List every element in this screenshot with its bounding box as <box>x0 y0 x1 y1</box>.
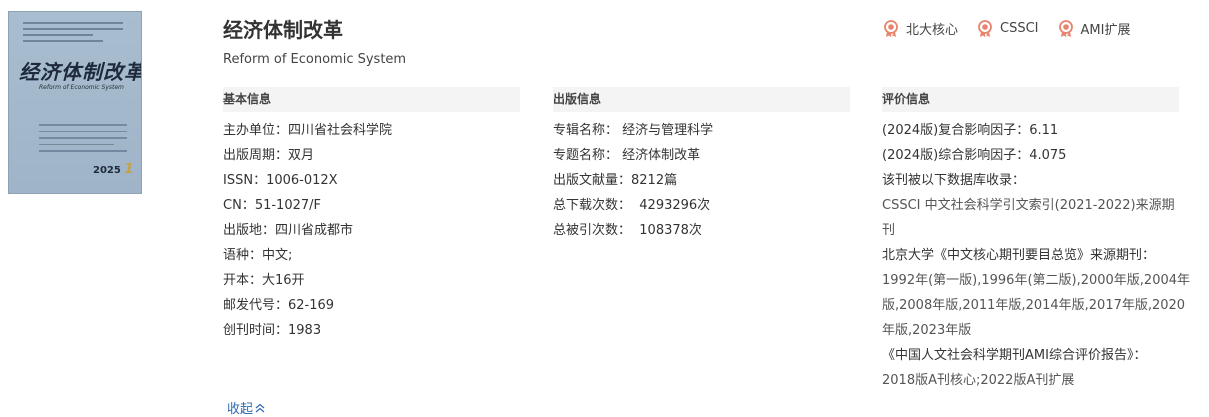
info-row-frequency: 出版周期：双月 <box>223 143 520 168</box>
row-value: 8212篇 <box>631 173 678 188</box>
cover-english-title: Reform of Economic System <box>39 84 124 91</box>
index-badges: 北大核心 CSSCI AMI扩展 <box>882 19 1130 38</box>
row-value: 1006-012X <box>266 173 338 188</box>
row-key: 总下载次数： <box>553 198 632 213</box>
cover-header-lines <box>23 22 123 46</box>
row-value: 51-1027/F <box>254 198 321 213</box>
row-value: 双月 <box>288 148 315 163</box>
eval-indexed-label: 该刊被以下数据库收录： <box>882 173 1026 188</box>
evaluation-section: 评价信息 (2024版)复合影响因子：6.11 (2024版)综合影响因子：4.… <box>882 87 1191 393</box>
journal-subtitle: Reform of Economic System <box>223 52 407 67</box>
collapse-toggle[interactable]: 收起 <box>227 398 265 417</box>
section-heading: 评价信息 <box>882 87 1179 112</box>
double-chevron-up-icon <box>255 403 265 412</box>
section-heading: 出版信息 <box>553 87 850 112</box>
info-row-postal-code: 邮发代号：62-169 <box>223 293 520 318</box>
row-value: 中文; <box>262 248 293 263</box>
eval-ami-label: 《中国人文社会科学期刊AMI综合评价报告》： <box>882 348 1147 363</box>
row-key: 创刊时间： <box>223 323 289 338</box>
row-key: 出版周期： <box>223 148 289 163</box>
row-key: 语种： <box>223 248 263 263</box>
info-row-doc-count: 出版文献量：8212篇 <box>553 168 850 193</box>
row-key: 总被引次数： <box>553 223 632 238</box>
row-value: 108378次 <box>639 223 702 238</box>
badge-label: 北大核心 <box>906 23 959 38</box>
eval-comprehensive-if: (2024版)综合影响因子：4.075 <box>882 148 1067 163</box>
badge-pku-core[interactable]: 北大核心 <box>882 19 958 38</box>
award-ribbon-icon <box>978 19 992 37</box>
publish-info-section: 出版信息 专辑名称： 经济与管理科学 专题名称： 经济体制改革 出版文献量：82… <box>553 87 850 243</box>
badge-label: CSSCI <box>1000 21 1039 36</box>
row-key: 出版地： <box>223 223 276 238</box>
cover-calligraphy-title: 经济体制改革 <box>19 60 142 84</box>
collapse-label: 收起 <box>227 402 254 417</box>
badge-label: AMI扩展 <box>1080 23 1131 38</box>
info-row-format: 开本：大16开 <box>223 268 520 293</box>
eval-composite-if: (2024版)复合影响因子：6.11 <box>882 123 1059 138</box>
info-row-place: 出版地：四川省成都市 <box>223 218 520 243</box>
cover-year-issue: 2025 1 <box>93 162 133 177</box>
row-value: 四川省成都市 <box>275 223 354 238</box>
row-key: 专辑名称： <box>553 123 619 138</box>
basic-info-section: 基本信息 主办单位：四川省社会科学院 出版周期：双月 ISSN：1006-012… <box>223 87 520 343</box>
cover-issue: 1 <box>124 162 134 177</box>
eval-pku-years-cont2: 年版,2023年版 <box>882 323 972 338</box>
info-row-issn: ISSN：1006-012X <box>223 168 520 193</box>
row-value: 62-169 <box>288 298 335 313</box>
badge-ami-extended[interactable]: AMI扩展 <box>1057 19 1131 38</box>
section-heading: 基本信息 <box>223 87 520 112</box>
row-key: 开本： <box>223 273 263 288</box>
row-key: ISSN： <box>223 173 267 188</box>
eval-ami-value: 2018版A刊核心;2022版A刊扩展 <box>882 373 1075 388</box>
eval-cssci-line-cont: 刊 <box>882 223 896 238</box>
eval-pku-label: 北京大学《中文核心期刊要目总览》来源期刊： <box>882 248 1156 263</box>
row-value: 1983 <box>288 323 322 338</box>
info-row-citations: 总被引次数： 108378次 <box>553 218 850 243</box>
journal-title: 经济体制改革 <box>223 18 343 42</box>
row-value: 经济体制改革 <box>622 148 701 163</box>
eval-pku-years: 1992年(第一版),1996年(第二版),2000年版,2004年 <box>882 273 1191 288</box>
cover-toc-lines <box>39 124 127 157</box>
info-row-language: 语种：中文; <box>223 243 520 268</box>
row-key: CN： <box>223 198 255 213</box>
info-row-sponsor: 主办单位：四川省社会科学院 <box>223 118 520 143</box>
row-key: 邮发代号： <box>223 298 289 313</box>
info-row-founded: 创刊时间：1983 <box>223 318 520 343</box>
badge-cssci[interactable]: CSSCI <box>976 19 1039 38</box>
award-ribbon-icon <box>884 19 898 37</box>
info-row-downloads: 总下载次数： 4293296次 <box>553 193 850 218</box>
info-row-album: 专辑名称： 经济与管理科学 <box>553 118 850 143</box>
info-row-cn: CN：51-1027/F <box>223 193 520 218</box>
award-ribbon-icon <box>1058 19 1073 37</box>
eval-pku-years-cont: 版,2008年版,2011年版,2014年版,2017年版,2020 <box>882 298 1186 313</box>
row-value: 经济与管理科学 <box>622 123 714 138</box>
cover-year: 2025 <box>93 165 121 176</box>
row-value: 4293296次 <box>639 198 711 213</box>
eval-cssci-line: CSSCI 中文社会科学引文索引(2021-2022)来源期 <box>882 198 1175 213</box>
row-value: 大16开 <box>262 273 305 288</box>
row-key: 专题名称： <box>553 148 619 163</box>
row-key: 出版文献量： <box>553 173 632 188</box>
row-key: 主办单位： <box>223 123 289 138</box>
journal-cover-image: 经济体制改革 Reform of Economic System 2025 1 <box>8 11 142 194</box>
info-row-topic: 专题名称： 经济体制改革 <box>553 143 850 168</box>
row-value: 四川省社会科学院 <box>288 123 393 138</box>
